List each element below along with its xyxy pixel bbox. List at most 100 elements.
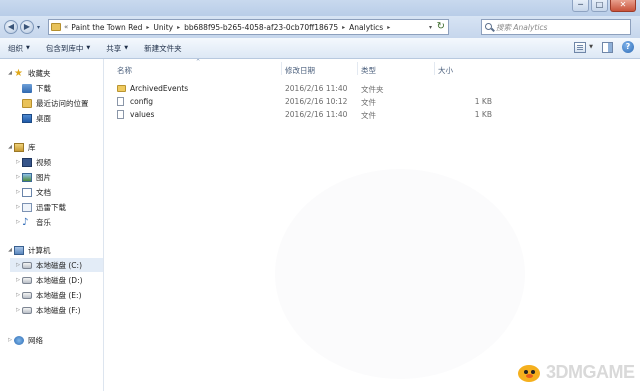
sidebar-item-downloads[interactable]: 下载	[22, 81, 51, 95]
sidebar-label: 迅雷下载	[36, 202, 66, 212]
view-options-icon[interactable]	[574, 41, 587, 53]
sidebar-item-recent-places[interactable]: 最近访问的位置	[22, 96, 89, 110]
computer-icon	[14, 245, 24, 255]
sidebar-favorites[interactable]: ◢ ★ 收藏夹	[6, 66, 50, 80]
sidebar-label: 视频	[36, 157, 51, 167]
sidebar-label: 库	[28, 142, 36, 152]
breadcrumb-item[interactable]: Unity	[153, 23, 173, 32]
sidebar-item-desktop[interactable]: 桌面	[22, 111, 51, 125]
star-icon: ★	[14, 67, 23, 79]
collapsed-arrow-icon[interactable]: ▷	[14, 262, 22, 268]
search-box[interactable]	[481, 19, 631, 35]
hard-drive-icon	[22, 261, 32, 269]
sidebar-computer[interactable]: ◢ 计算机	[6, 243, 51, 257]
address-row: ◀ ▶ ▾ « Paint the Town Red ▸ Unity ▸ bb6…	[0, 16, 640, 38]
recent-pages-dropdown[interactable]: ▾	[37, 24, 40, 31]
hard-drive-icon	[22, 306, 32, 314]
folder-icon	[117, 85, 126, 92]
expanded-arrow-icon[interactable]: ◢	[6, 144, 14, 150]
new-folder-label: 新建文件夹	[144, 43, 182, 53]
address-bar[interactable]: « Paint the Town Red ▸ Unity ▸ bb688f95-…	[48, 19, 449, 35]
sidebar-label: 本地磁盘 (F:)	[36, 305, 81, 315]
sidebar-item-documents[interactable]: ▷ 文档	[14, 185, 51, 199]
video-library-icon	[22, 157, 32, 167]
download-folder-icon	[22, 83, 32, 93]
window-controls: ─ □ ✕	[572, 0, 636, 12]
file-row[interactable]: ArchivedEvents 2016/2/16 11:40 文件夹	[115, 82, 505, 95]
duck-logo-icon	[516, 361, 542, 383]
collapsed-arrow-icon[interactable]: ▷	[14, 174, 22, 180]
collapsed-arrow-icon[interactable]: ▷	[6, 337, 14, 343]
maximize-button[interactable]: □	[591, 0, 608, 12]
preview-pane-icon[interactable]	[602, 41, 613, 53]
help-icon[interactable]: ?	[622, 41, 634, 53]
breadcrumb-separator[interactable]: ▸	[146, 24, 149, 31]
sidebar-item-pictures[interactable]: ▷ 图片	[14, 170, 51, 184]
collapsed-arrow-icon[interactable]: ▷	[14, 189, 22, 195]
folder-icon	[51, 23, 61, 31]
include-in-library-button[interactable]: 包含到库中 ▼	[46, 43, 90, 54]
column-header-name[interactable]: 名称	[117, 65, 132, 76]
chevron-down-icon: ▼	[86, 45, 91, 51]
sidebar-item-drive-c[interactable]: ▷ 本地磁盘 (C:)	[10, 258, 103, 272]
include-in-library-label: 包含到库中	[45, 43, 84, 53]
music-note-icon: ♪	[22, 216, 29, 228]
breadcrumb-separator[interactable]: ▸	[342, 24, 345, 31]
collapsed-arrow-icon[interactable]: ▷	[14, 204, 22, 210]
file-icon	[117, 110, 124, 119]
file-row[interactable]: config 2016/2/16 10:12 文件 1 KB	[115, 95, 505, 108]
chevron-down-icon: ▼	[124, 45, 129, 51]
collapsed-arrow-icon[interactable]: ▷	[14, 292, 22, 298]
search-input[interactable]	[496, 21, 626, 33]
background-blot	[275, 169, 525, 379]
breadcrumb-overflow[interactable]: «	[64, 23, 68, 31]
collapsed-arrow-icon[interactable]: ▷	[14, 159, 22, 165]
share-label: 共享	[106, 43, 122, 53]
column-divider[interactable]	[281, 62, 282, 75]
column-header-date[interactable]: 修改日期	[285, 65, 315, 76]
organize-label: 组织	[8, 43, 23, 53]
column-divider[interactable]	[434, 62, 435, 75]
breadcrumb-separator[interactable]: ▸	[387, 24, 390, 31]
sidebar-item-thunder-downloads[interactable]: ▷ 迅雷下载	[14, 200, 66, 214]
new-folder-button[interactable]: 新建文件夹	[144, 43, 182, 54]
search-icon	[485, 23, 492, 30]
thunder-download-icon	[22, 202, 32, 212]
sidebar-item-drive-d[interactable]: ▷ 本地磁盘 (D:)	[14, 273, 82, 287]
expanded-arrow-icon[interactable]: ◢	[6, 247, 14, 253]
minimize-button[interactable]: ─	[572, 0, 589, 12]
breadcrumb-item[interactable]: Paint the Town Red	[71, 23, 142, 32]
breadcrumb-item[interactable]: Analytics	[349, 23, 383, 32]
hard-drive-icon	[22, 276, 32, 284]
address-dropdown[interactable]: ▾	[429, 24, 432, 31]
column-divider[interactable]	[357, 62, 358, 75]
collapsed-arrow-icon[interactable]: ▷	[14, 307, 22, 313]
forward-button[interactable]: ▶	[20, 20, 34, 34]
sidebar-libraries[interactable]: ◢ 库	[6, 140, 36, 154]
collapsed-arrow-icon[interactable]: ▷	[14, 219, 22, 225]
back-button[interactable]: ◀	[4, 20, 18, 34]
breadcrumb-separator[interactable]: ▸	[177, 24, 180, 31]
column-header-size[interactable]: 大小	[438, 65, 453, 76]
sidebar-item-music[interactable]: ▷ ♪ 音乐	[14, 215, 51, 229]
navigation-pane: ◢ ★ 收藏夹 下载 最近访问的位置 桌面 ◢ 库 ▷ 视频 ▷ 图片 ▷ 文档…	[0, 59, 104, 391]
sidebar-label: 本地磁盘 (C:)	[36, 260, 82, 270]
sidebar-item-videos[interactable]: ▷ 视频	[14, 155, 51, 169]
column-header-type[interactable]: 类型	[361, 65, 376, 76]
sidebar-label: 音乐	[36, 217, 51, 227]
sidebar-item-drive-e[interactable]: ▷ 本地磁盘 (E:)	[14, 288, 81, 302]
expanded-arrow-icon[interactable]: ◢	[6, 70, 14, 76]
sidebar-network[interactable]: ▷ 网络	[6, 333, 43, 347]
collapsed-arrow-icon[interactable]: ▷	[14, 277, 22, 283]
sidebar-item-drive-f[interactable]: ▷ 本地磁盘 (F:)	[14, 303, 81, 317]
sort-indicator-icon: ^	[196, 59, 201, 65]
sidebar-label: 最近访问的位置	[36, 98, 89, 108]
breadcrumb-item[interactable]: bb688f95-b265-4058-af23-0cb70ff18675	[184, 23, 338, 32]
share-button[interactable]: 共享 ▼	[106, 43, 128, 54]
watermark: 3DMGAME	[516, 361, 635, 383]
refresh-icon[interactable]: ↻	[437, 21, 445, 32]
view-dropdown-icon[interactable]: ▼	[589, 44, 593, 50]
file-row[interactable]: values 2016/2/16 11:40 文件 1 KB	[115, 108, 505, 121]
organize-button[interactable]: 组织 ▼	[8, 43, 30, 54]
close-button[interactable]: ✕	[610, 0, 636, 12]
